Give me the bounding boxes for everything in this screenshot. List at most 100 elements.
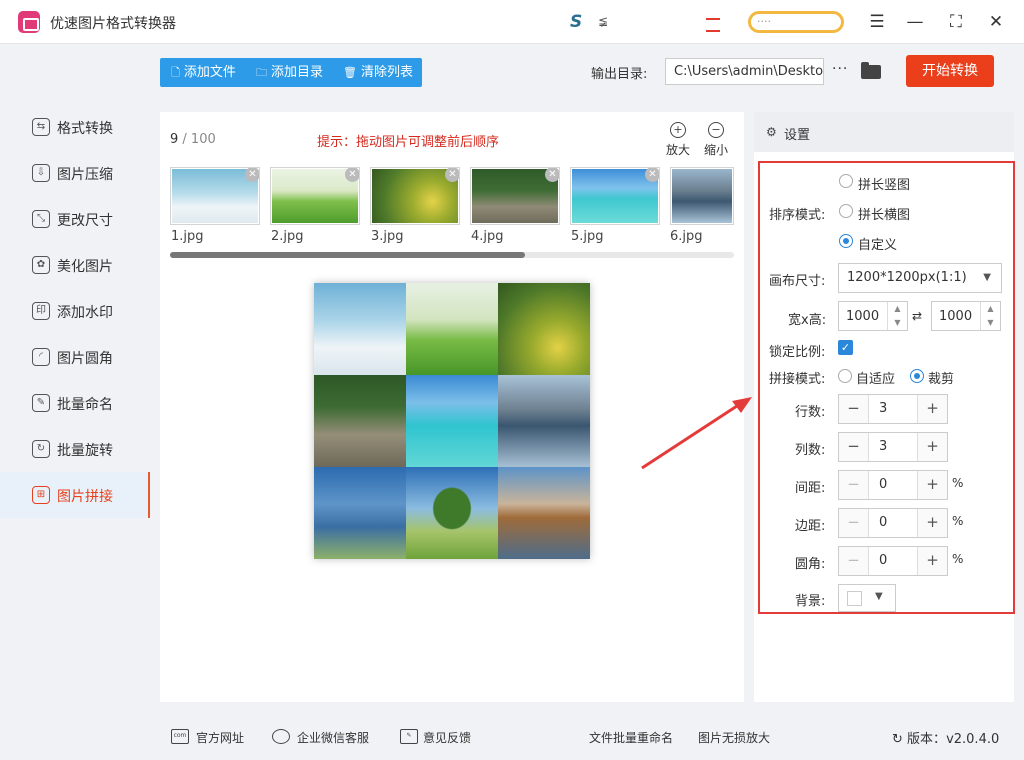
height-spinner[interactable]: ▲ ▼ [980, 302, 1000, 330]
add-folder-button[interactable]: 🗀 添加目录 [256, 58, 323, 87]
sidebar-item-format-convert[interactable]: ⇆ 格式转换 [0, 104, 150, 150]
batch-rename-link[interactable]: 文件批量重命名 [589, 729, 673, 746]
corner-radius-label: 圆角: [795, 557, 826, 572]
remove-icon[interactable]: ✕ [645, 168, 659, 182]
cols-plus-button[interactable]: + [917, 433, 947, 461]
rows-plus-button[interactable]: + [917, 395, 947, 423]
browse-more-button[interactable]: ··· [832, 61, 848, 77]
swap-icon[interactable]: ⇄ [912, 309, 922, 323]
add-folder-label: 添加目录 [271, 65, 324, 80]
wechat-support-link[interactable]: 企业微信客服 [297, 729, 369, 746]
rows-stepper[interactable]: −3 + [838, 394, 948, 424]
remove-icon[interactable]: ✕ [345, 168, 359, 182]
minimize-button[interactable]: — [902, 9, 928, 35]
sidebar-item-label: 批量命名 [57, 397, 113, 413]
sidebar-item-stitch[interactable]: ⊞ 图片拼接 [0, 472, 150, 518]
rows-minus-button[interactable]: − [839, 395, 869, 423]
spacing-minus-button[interactable]: − [839, 471, 869, 499]
lock-ratio-label: 锁定比例: [769, 345, 826, 360]
output-dir-input[interactable]: C:\Users\admin\Deskto [665, 58, 824, 85]
corner-radius-plus-button[interactable]: + [917, 547, 947, 575]
cols-value: 3 [879, 439, 888, 454]
thumbnail[interactable]: ✕ [470, 167, 560, 225]
feedback-link[interactable]: 意见反馈 [423, 729, 471, 746]
remove-icon[interactable]: ✕ [545, 168, 559, 182]
spacing-plus-button[interactable]: + [917, 471, 947, 499]
cols-stepper[interactable]: −3 + [838, 432, 948, 462]
annotation-arrow-icon [641, 397, 752, 470]
sidebar-item-batch-rotate[interactable]: ↻ 批量旋转 [0, 426, 150, 472]
thumbnail[interactable]: ✕ [270, 167, 360, 225]
account-pill[interactable]: ···· [748, 11, 844, 33]
margin-stepper[interactable]: −0 + [838, 508, 948, 538]
cols-minus-button[interactable]: − [839, 433, 869, 461]
thumbnail[interactable]: ✕ [170, 167, 260, 225]
sidebar-item-resize[interactable]: ⤡ 更改尺寸 [0, 196, 150, 242]
remove-icon[interactable]: ✕ [445, 168, 459, 182]
sort-option-vertical-radio[interactable] [839, 174, 853, 188]
sidebar-item-compress[interactable]: ⇩ 图片压缩 [0, 150, 150, 196]
canvas-size-value: 1200*1200px(1:1) [847, 270, 967, 285]
lock-ratio-checkbox[interactable]: ✓ [838, 340, 853, 355]
chevron-down-icon: ▼ [875, 591, 883, 602]
skin-icon[interactable]: S [570, 12, 582, 32]
sidebar-item-batch-rename[interactable]: ✎ 批量命名 [0, 380, 150, 426]
join-mode-adaptive-radio[interactable] [838, 369, 852, 383]
promo-icon[interactable] [706, 18, 720, 32]
thumbnail[interactable] [670, 167, 734, 225]
menu-button[interactable]: ☰ [864, 9, 890, 35]
zoom-in-button[interactable]: + 放大 [662, 122, 694, 158]
open-folder-icon[interactable] [861, 62, 881, 79]
thumbnail-label: 2.jpg [271, 229, 304, 244]
rotate-icon: ↻ [32, 440, 50, 458]
clear-list-label: 清除列表 [360, 65, 413, 80]
canvas-size-label: 画布尺寸: [769, 274, 826, 289]
thumbnail-scrollbar-thumb[interactable] [170, 252, 525, 258]
spacing-stepper[interactable]: −0 + [838, 470, 948, 500]
thumbnail[interactable]: ✕ [370, 167, 460, 225]
sidebar: ⇆ 格式转换 ⇩ 图片压缩 ⤡ 更改尺寸 ✿ 美化图片 印添加水印 ◜ 图片圆角 ✎ 批量命… [0, 45, 150, 760]
thumbnail-label: 3.jpg [371, 229, 404, 244]
sort-option-horizontal-radio[interactable] [839, 204, 853, 218]
zoom-out-button[interactable]: − 缩小 [700, 122, 732, 158]
corner-radius-minus-button[interactable]: − [839, 547, 869, 575]
clear-list-button[interactable]: 🗑 清除列表 [343, 58, 413, 87]
maximize-button[interactable]: ⛶ [943, 9, 969, 35]
preview-cell [406, 467, 498, 559]
thumbnail-label: 5.jpg [571, 229, 604, 244]
canvas-size-select[interactable]: 1200*1200px(1:1) ▼ [838, 263, 1002, 293]
preview-cell [314, 467, 406, 559]
upscale-link[interactable]: 图片无损放大 [698, 729, 770, 746]
drag-hint: 提示：拖动图片可调整前后顺序 [317, 135, 500, 150]
start-convert-button[interactable]: 开始转换 [906, 55, 994, 87]
thumbnail-label: 6.jpg [670, 229, 703, 244]
remove-icon[interactable]: ✕ [245, 168, 259, 182]
thumbnail[interactable]: ✕ [570, 167, 660, 225]
sidebar-item-label: 格式转换 [57, 121, 113, 137]
sidebar-item-label: 图片压缩 [57, 167, 113, 183]
margin-plus-button[interactable]: + [917, 509, 947, 537]
sidebar-item-round-corner[interactable]: ◜ 图片圆角 [0, 334, 150, 380]
refresh-icon[interactable]: ↻ [892, 732, 903, 747]
website-icon: com [171, 729, 189, 744]
output-dir-label: 输出目录: [591, 67, 648, 82]
margin-minus-button[interactable]: − [839, 509, 869, 537]
add-file-button[interactable]: 🗋 添加文件 [171, 58, 236, 87]
sidebar-item-watermark[interactable]: 印添加水印 [0, 288, 150, 334]
official-site-link[interactable]: 官方网址 [196, 729, 244, 746]
spacing-value: 0 [879, 477, 888, 492]
corner-radius-stepper[interactable]: −0 + [838, 546, 948, 576]
corner-radius-value: 0 [879, 553, 888, 568]
zoom-out-icon: − [708, 122, 724, 138]
close-button[interactable]: ✕ [983, 9, 1009, 35]
settings-title: 设置 [784, 128, 811, 143]
background-color-picker[interactable]: ▼ [838, 584, 896, 612]
sort-option-custom-radio[interactable] [839, 234, 853, 248]
sidebar-item-label: 批量旋转 [57, 443, 113, 459]
sidebar-item-beautify[interactable]: ✿ 美化图片 [0, 242, 150, 288]
height-input[interactable]: 1000 ▲ ▼ [931, 301, 1001, 331]
width-input[interactable]: 1000 ▲ ▼ [838, 301, 908, 331]
width-spinner[interactable]: ▲ ▼ [887, 302, 907, 330]
join-mode-crop-radio[interactable] [910, 369, 924, 383]
gear-icon: ⚙ [766, 125, 777, 139]
